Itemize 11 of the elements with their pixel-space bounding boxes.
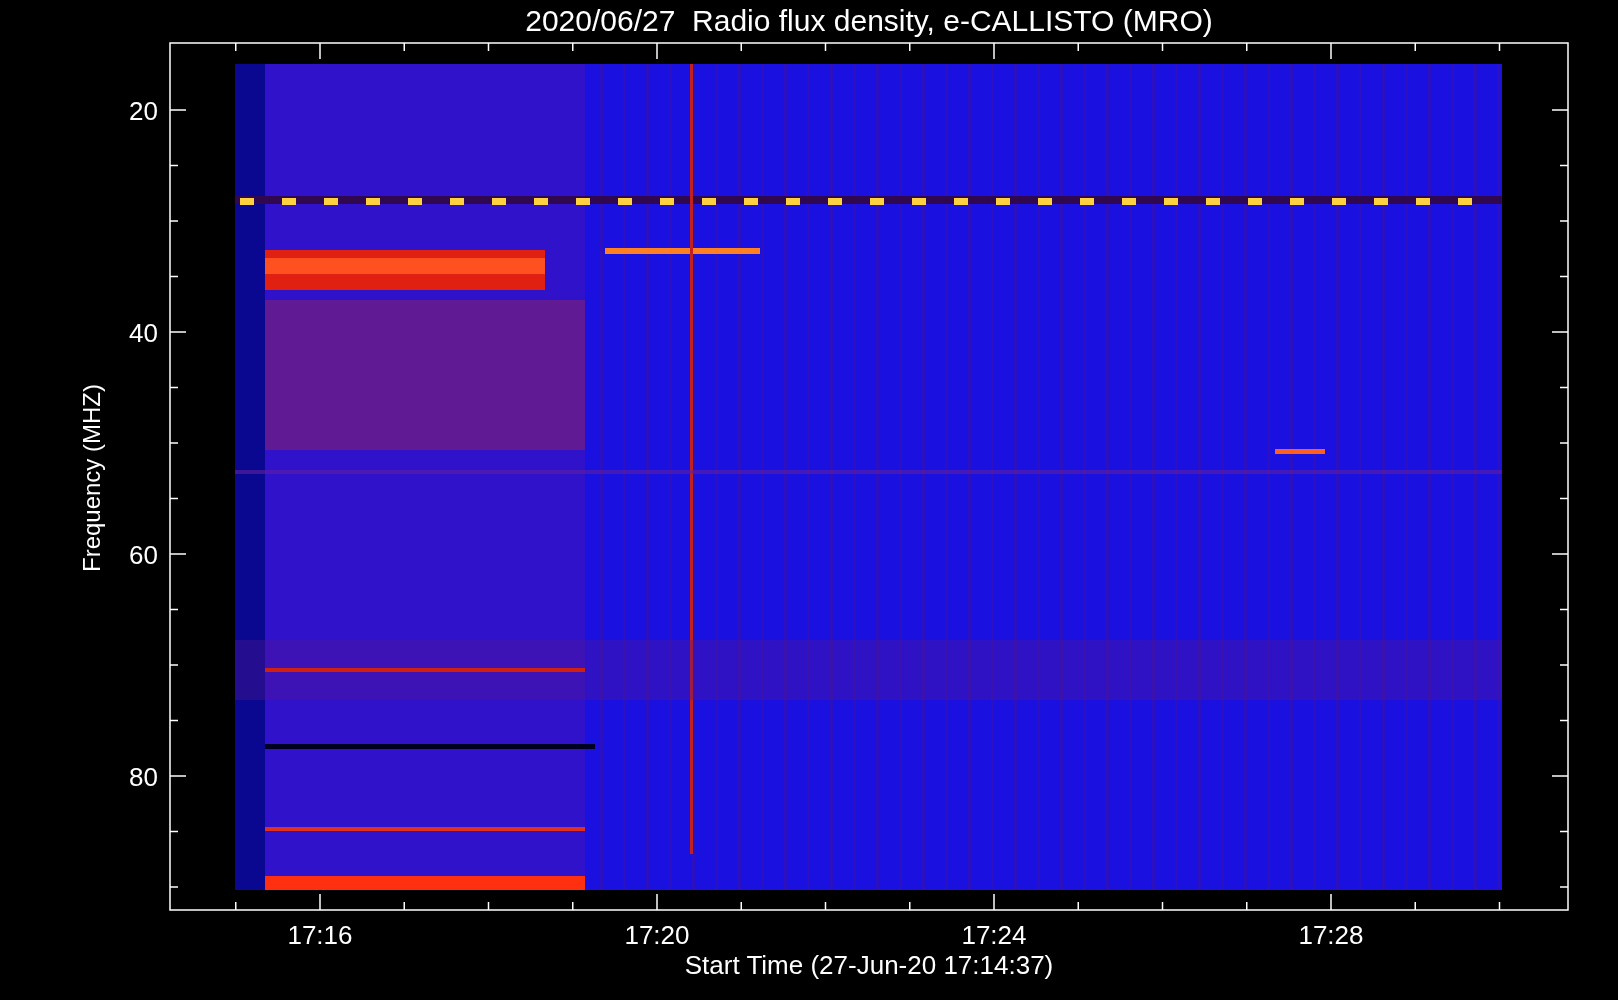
y-tick-label: 40 — [129, 318, 158, 348]
x-tick-label: 17:28 — [1298, 920, 1364, 950]
x-tick-label: 17:16 — [287, 920, 353, 950]
chart-title: 2020/06/27 Radio flux density, e-CALLISTO (MRO) — [525, 4, 1213, 37]
x-tick-label: 17:24 — [961, 920, 1027, 950]
y-tick-label: 60 — [129, 540, 158, 570]
x-tick-label: 17:20 — [624, 920, 690, 950]
y-axis-label: Frequency (MHZ) — [78, 384, 105, 572]
y-tick-label: 20 — [129, 96, 158, 126]
x-axis-label: Start Time (27-Jun-20 17:14:37) — [684, 950, 1054, 980]
y-tick-label: 80 — [129, 762, 158, 792]
